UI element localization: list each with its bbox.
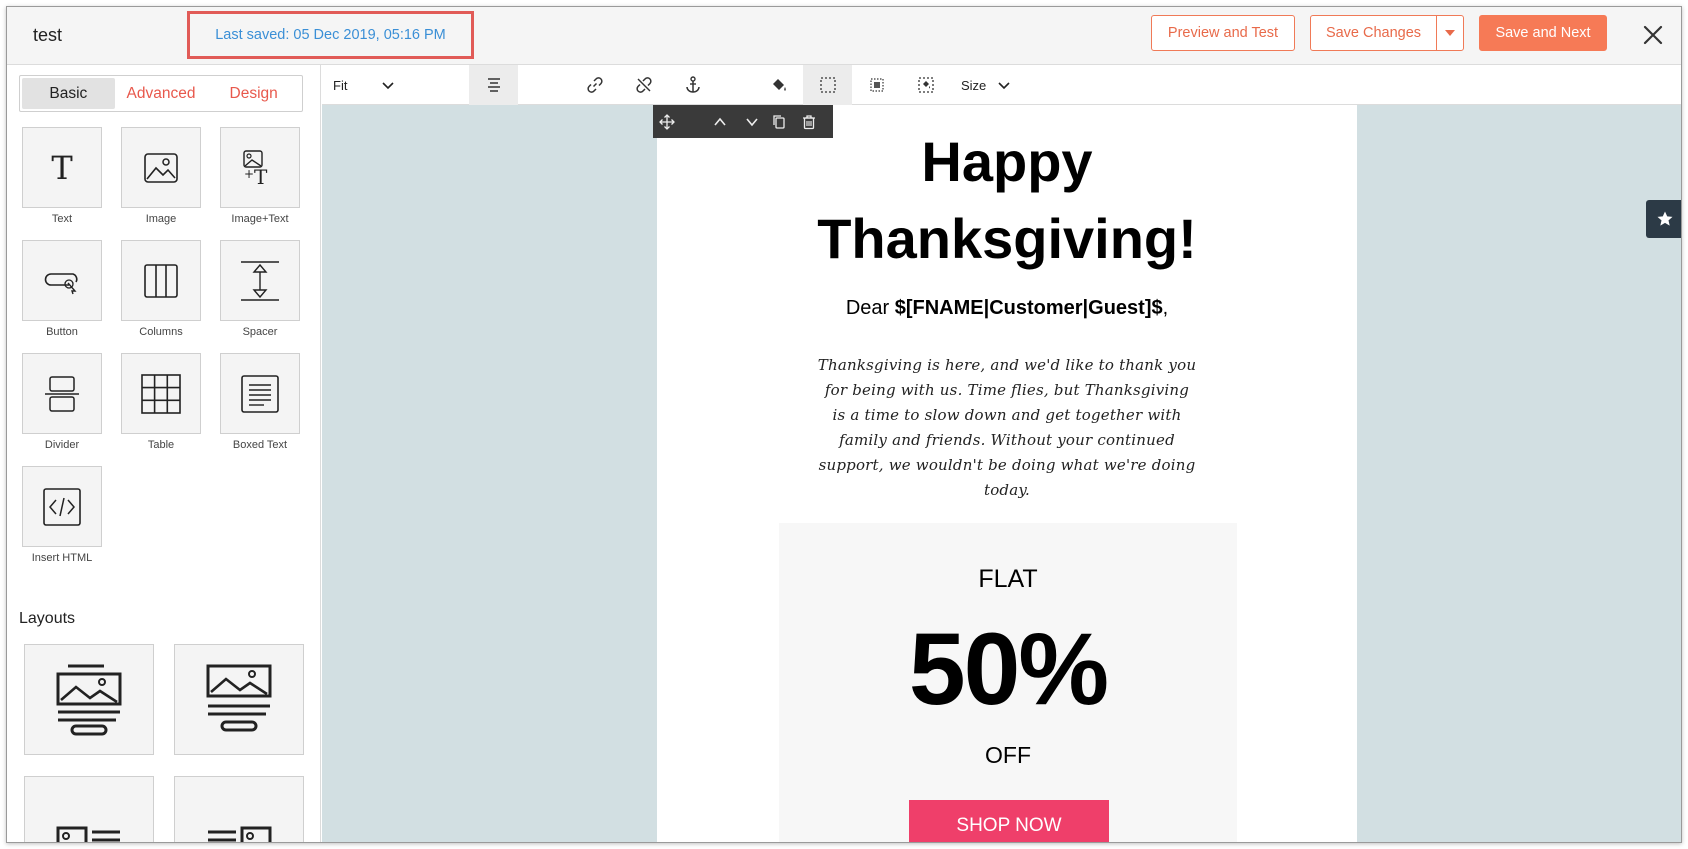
email-body: Happy Thanksgiving! Dear $[FNAME|Custome… <box>657 105 1357 842</box>
layout-preview-icon <box>206 664 272 731</box>
border-button[interactable] <box>803 65 852 105</box>
layout-text-image-right[interactable] <box>174 776 304 842</box>
personalization-tag: $[FNAME|Customer|Guest]$ <box>894 297 1163 319</box>
image-icon <box>144 152 178 183</box>
email-headline[interactable]: Happy Thanksgiving! <box>657 123 1357 277</box>
app-window: test Last saved: 05 Dec 2019, 05:16 PM P… <box>6 6 1682 843</box>
block-label: Image <box>145 213 177 225</box>
table-icon <box>141 373 181 414</box>
svg-text:+: + <box>244 167 254 181</box>
block-label: Divider <box>44 439 80 451</box>
columns-icon <box>144 263 178 298</box>
row-action-toolbar <box>653 105 833 138</box>
block-boxed-text[interactable]: Boxed Text <box>220 353 300 451</box>
duplicate-icon[interactable] <box>771 114 787 130</box>
move-up-icon[interactable] <box>712 114 728 130</box>
link-icon <box>586 77 603 93</box>
favorites-button[interactable] <box>1646 200 1681 238</box>
block-label: Insert HTML <box>31 552 93 564</box>
close-icon[interactable] <box>1639 21 1667 49</box>
last-saved-status: Last saved: 05 Dec 2019, 05:16 PM <box>187 11 474 59</box>
save-options-dropdown[interactable] <box>1436 15 1464 51</box>
block-table[interactable]: Table <box>121 353 201 451</box>
fill-block-icon <box>917 77 934 93</box>
top-bar: test Last saved: 05 Dec 2019, 05:16 PM P… <box>7 7 1681 65</box>
move-icon[interactable] <box>659 114 675 130</box>
block-spacer[interactable]: Spacer <box>220 240 300 338</box>
panel-tabs: Basic Advanced Design <box>19 75 303 112</box>
block-image[interactable]: Image <box>121 127 201 225</box>
unlink-icon <box>635 77 652 93</box>
layouts-heading: Layouts <box>19 610 76 627</box>
anchor-icon <box>685 76 700 93</box>
button-icon <box>44 272 78 294</box>
email-body-text[interactable]: Thanksgiving is here, and we'd like to t… <box>817 353 1197 503</box>
tab-design[interactable]: Design <box>207 78 300 109</box>
spacer-icon <box>241 260 279 301</box>
block-columns[interactable]: Columns <box>121 240 201 338</box>
border-dashed-icon <box>819 77 836 93</box>
fit-label: Fit <box>333 77 348 93</box>
email-greeting[interactable]: Dear $[FNAME|Customer|Guest]$, <box>657 297 1357 320</box>
editor-canvas: Happy Thanksgiving! Dear $[FNAME|Custome… <box>322 105 1681 842</box>
tab-basic[interactable]: Basic <box>22 78 115 109</box>
offer-box[interactable]: FLAT 50% OFF SHOP NOW <box>779 523 1237 842</box>
padding-button[interactable] <box>852 65 901 105</box>
block-insert-html[interactable]: Insert HTML <box>22 466 102 564</box>
campaign-title: test <box>33 25 63 45</box>
block-label: Button <box>46 326 78 338</box>
move-down-icon[interactable] <box>744 114 760 130</box>
text-icon: T <box>51 150 73 186</box>
block-text[interactable]: T Text <box>22 127 102 225</box>
block-button[interactable]: Button <box>22 240 102 338</box>
preview-and-test-button[interactable]: Preview and Test <box>1151 15 1295 51</box>
delete-icon[interactable] <box>801 114 817 130</box>
block-label: Spacer <box>242 326 278 338</box>
align-center-icon <box>487 78 500 92</box>
layout-preview-icon <box>56 826 120 842</box>
tab-advanced[interactable]: Advanced <box>115 78 208 109</box>
fit-dropdown[interactable]: Fit <box>322 65 410 105</box>
format-toolbar: Fit Size <box>322 65 1681 105</box>
svg-text:T: T <box>51 150 73 186</box>
insert-link-button[interactable] <box>570 65 619 105</box>
fill-block-button[interactable] <box>901 65 950 105</box>
shop-now-button[interactable]: SHOP NOW <box>909 800 1109 842</box>
boxed-text-icon <box>241 374 279 413</box>
block-label: Image+Text <box>231 213 289 225</box>
block-label: Table <box>147 439 175 451</box>
block-label: Text <box>51 213 73 225</box>
paint-bucket-icon <box>772 79 786 91</box>
layout-preview-icon <box>56 664 122 735</box>
content-blocks-panel: Basic Advanced Design T Text Image + T I… <box>7 65 321 842</box>
offer-off-text: OFF <box>985 742 1031 768</box>
divider-icon <box>45 375 79 412</box>
layout-preview-icon <box>208 826 272 842</box>
chevron-down-icon <box>998 82 1010 90</box>
padding-icon <box>869 78 884 92</box>
code-icon <box>43 487 81 526</box>
save-changes-button[interactable]: Save Changes <box>1310 15 1437 51</box>
offer-percent: 50% <box>908 612 1109 726</box>
background-color-button[interactable] <box>754 65 803 105</box>
block-label: Columns <box>139 326 183 338</box>
svg-text:T: T <box>254 165 268 188</box>
image-text-icon: + T <box>243 149 268 188</box>
remove-link-button[interactable] <box>619 65 668 105</box>
layout-image-text-button[interactable] <box>24 644 154 755</box>
anchor-button[interactable] <box>668 65 717 105</box>
chevron-down-icon <box>382 82 395 90</box>
size-label: Size <box>961 77 987 93</box>
align-center-button[interactable] <box>469 65 518 105</box>
star-icon <box>1657 211 1672 226</box>
size-dropdown[interactable]: Size <box>950 65 1026 105</box>
offer-flat-text: FLAT <box>978 565 1038 593</box>
block-label: Boxed Text <box>232 439 288 451</box>
save-and-next-button[interactable]: Save and Next <box>1479 15 1607 51</box>
block-image-text[interactable]: + T Image+Text <box>220 127 300 225</box>
layout-image-left-text[interactable] <box>24 776 154 842</box>
block-divider[interactable]: Divider <box>22 353 102 451</box>
layout-text-image-button[interactable] <box>174 644 304 755</box>
